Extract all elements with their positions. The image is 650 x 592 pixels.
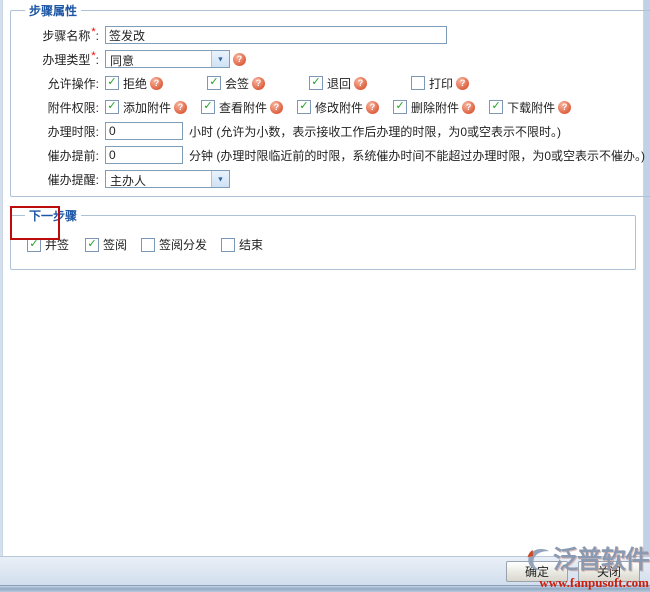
process-type-row: 办理类型*: 同意 ▼ ? bbox=[19, 50, 645, 68]
checkbox-sign-read[interactable]: 签阅 bbox=[85, 236, 127, 253]
checkbox-print[interactable]: 打印 ? bbox=[411, 75, 470, 92]
time-limit-input[interactable] bbox=[105, 122, 183, 140]
process-type-label: 办理类型*: bbox=[42, 50, 99, 67]
allowed-operations-label: 允许操作: bbox=[47, 76, 99, 91]
process-type-select[interactable]: 同意 ▼ bbox=[105, 50, 230, 68]
checkbox-label: 签阅分发 bbox=[159, 238, 208, 252]
chevron-down-icon[interactable]: ▼ bbox=[211, 51, 229, 67]
remind-before-label: 催办提前: bbox=[47, 148, 99, 163]
process-type-value: 同意 bbox=[110, 54, 135, 67]
checkbox-label: 删除附件 bbox=[411, 100, 460, 115]
step-name-input[interactable] bbox=[105, 26, 447, 44]
checkbox-icon[interactable] bbox=[105, 100, 119, 114]
checkbox-label: 打印 bbox=[429, 76, 454, 91]
remind-before-row: 催办提前: 分钟 (办理时限临近前的时限，系统催办时间不能超过办理时限，为0或空… bbox=[19, 146, 645, 164]
step-properties-fieldset: 步骤属性 步骤名称*: 办理类型*: 同意 ▼ ? 允许操作: 拒绝 bbox=[10, 2, 650, 197]
remind-target-label: 催办提醒: bbox=[47, 172, 99, 187]
checkbox-sign-read-distribute[interactable]: 签阅分发 bbox=[141, 236, 207, 253]
checkbox-icon[interactable] bbox=[85, 237, 100, 252]
time-limit-label: 办理时限: bbox=[47, 124, 99, 139]
remind-target-value: 主办人 bbox=[110, 174, 147, 187]
checkbox-icon[interactable] bbox=[27, 237, 41, 252]
close-button[interactable]: 关闭 bbox=[578, 560, 640, 582]
window-bottom-edge bbox=[0, 585, 650, 592]
remind-target-row: 催办提醒: 主办人 ▼ bbox=[19, 170, 645, 188]
checkbox-view-attachment[interactable]: 查看附件 ? bbox=[201, 99, 284, 116]
checkbox-label: 退回 bbox=[327, 76, 352, 91]
help-icon[interactable]: ? bbox=[456, 76, 470, 90]
checkbox-add-attachment[interactable]: 添加附件 ? bbox=[105, 99, 188, 116]
footer-bar: 确定 关闭 bbox=[0, 556, 650, 585]
help-icon[interactable]: ? bbox=[366, 100, 380, 114]
remind-before-hint: 分钟 (办理时限临近前的时限，系统催办时间不能超过办理时限，为0或空表示不催办。… bbox=[189, 148, 646, 163]
checkbox-modify-attachment[interactable]: 修改附件 ? bbox=[297, 99, 380, 116]
checkbox-label: 添加附件 bbox=[123, 100, 172, 115]
remind-target-select[interactable]: 主办人 ▼ bbox=[105, 170, 230, 188]
checkbox-icon[interactable] bbox=[393, 100, 408, 114]
checkbox-icon[interactable] bbox=[141, 237, 156, 252]
attachment-permissions-row: 附件权限: 添加附件 ? 查看附件 ? 修改附件 ? bbox=[19, 98, 645, 116]
checkbox-label: 结束 bbox=[239, 238, 264, 252]
confirm-button[interactable]: 确定 bbox=[506, 560, 568, 582]
checkbox-icon[interactable] bbox=[489, 100, 504, 114]
help-icon[interactable]: ? bbox=[558, 100, 572, 114]
time-limit-hint: 小时 (允许为小数，表示接收工作后办理的时限，为0或空表示不限时。) bbox=[189, 124, 562, 139]
step-name-row: 步骤名称*: bbox=[19, 26, 645, 44]
next-steps-fieldset: 下一步骤 并签 签阅 签阅分发 结束 bbox=[10, 207, 636, 270]
help-icon[interactable]: ? bbox=[270, 100, 284, 114]
next-steps-legend: 下一步骤 bbox=[29, 209, 78, 223]
time-limit-row: 办理时限: 小时 (允许为小数，表示接收工作后办理的时限，为0或空表示不限时。) bbox=[19, 122, 645, 140]
checkbox-download-attachment[interactable]: 下载附件 ? bbox=[489, 99, 572, 116]
checkbox-icon[interactable] bbox=[105, 76, 119, 90]
step-properties-legend: 步骤属性 bbox=[29, 4, 78, 18]
checkbox-label: 并签 bbox=[45, 238, 70, 252]
remind-before-input[interactable] bbox=[105, 146, 183, 164]
step-name-label: 步骤名称*: bbox=[42, 26, 99, 43]
checkbox-icon[interactable] bbox=[309, 76, 324, 90]
dialog-content: 步骤属性 步骤名称*: 办理类型*: 同意 ▼ ? 允许操作: 拒绝 bbox=[2, 0, 650, 556]
checkbox-label: 拒绝 bbox=[123, 76, 148, 91]
checkbox-icon[interactable] bbox=[201, 100, 216, 114]
checkbox-icon[interactable] bbox=[221, 237, 236, 252]
checkbox-label: 修改附件 bbox=[315, 100, 364, 115]
chevron-down-icon[interactable]: ▼ bbox=[211, 171, 229, 187]
checkbox-icon[interactable] bbox=[297, 100, 312, 114]
help-icon[interactable]: ? bbox=[462, 100, 476, 114]
checkbox-return[interactable]: 退回 ? bbox=[309, 75, 368, 92]
next-steps-row: 并签 签阅 签阅分发 结束 bbox=[27, 236, 627, 253]
checkbox-label: 会签 bbox=[225, 76, 250, 91]
checkbox-icon[interactable] bbox=[411, 76, 426, 90]
allowed-operations-row: 允许操作: 拒绝 ? 会签 ? 退回 ? bbox=[19, 74, 645, 92]
checkbox-countersign[interactable]: 会签 ? bbox=[207, 75, 266, 92]
checkbox-label: 查看附件 bbox=[219, 100, 268, 115]
checkbox-delete-attachment[interactable]: 删除附件 ? bbox=[393, 99, 476, 116]
help-icon[interactable]: ? bbox=[252, 76, 266, 90]
checkbox-parallel-sign[interactable]: 并签 bbox=[27, 236, 69, 253]
help-icon[interactable]: ? bbox=[354, 76, 368, 90]
checkbox-reject[interactable]: 拒绝 ? bbox=[105, 75, 164, 92]
checkbox-icon[interactable] bbox=[207, 76, 222, 90]
help-icon[interactable]: ? bbox=[150, 76, 164, 90]
checkbox-label: 签阅 bbox=[103, 238, 128, 252]
help-icon[interactable]: ? bbox=[233, 52, 246, 66]
attachment-permissions-label: 附件权限: bbox=[47, 100, 99, 115]
checkbox-end[interactable]: 结束 bbox=[221, 236, 263, 253]
checkbox-label: 下载附件 bbox=[507, 100, 556, 115]
help-icon[interactable]: ? bbox=[174, 100, 188, 114]
